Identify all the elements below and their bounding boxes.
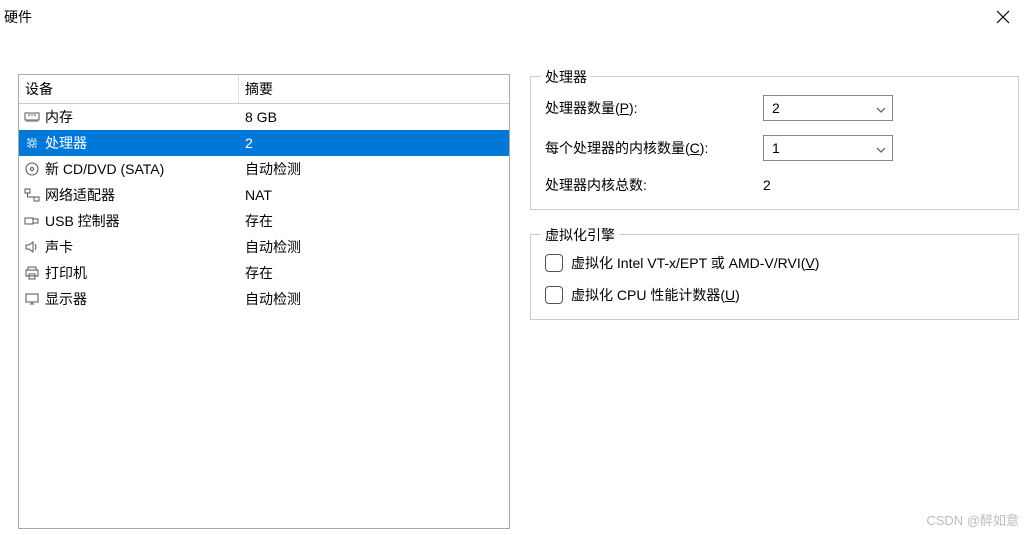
hardware-row-summary: 8 GB xyxy=(239,109,509,125)
window-title: 硬件 xyxy=(4,7,32,27)
hardware-row-summary: 存在 xyxy=(239,263,509,283)
hardware-list-header: 设备 摘要 xyxy=(19,75,509,104)
virtualization-group-title: 虚拟化引擎 xyxy=(541,225,619,245)
virt-cpu-counters-row[interactable]: 虚拟化 CPU 性能计数器(U) xyxy=(545,285,1004,305)
cores-per-processor-value: 1 xyxy=(772,140,780,156)
processor-count-value: 2 xyxy=(772,100,780,116)
hardware-row-summary: NAT xyxy=(239,187,509,203)
hardware-row-summary: 自动检测 xyxy=(239,237,509,257)
display-icon xyxy=(23,291,41,307)
hardware-row-name: 显示器 xyxy=(45,289,87,309)
virt-vt-x-row[interactable]: 虚拟化 Intel VT-x/EPT 或 AMD-V/RVI(V) xyxy=(545,253,1004,273)
hardware-row-cpu[interactable]: 处理器 2 xyxy=(19,130,509,156)
hardware-row-printer[interactable]: 打印机 存在 xyxy=(19,260,509,286)
cores-per-processor-select[interactable]: 1 xyxy=(763,135,893,161)
hardware-list: 设备 摘要 内存8 GB处理器2新 CD/DVD (SATA)自动检测网络适配器… xyxy=(18,74,510,529)
processor-count-label: 处理器数量(P): xyxy=(545,98,763,118)
checkbox-icon xyxy=(545,254,563,272)
sound-icon xyxy=(23,239,41,255)
disc-icon xyxy=(23,161,41,177)
hardware-row-network[interactable]: 网络适配器 NAT xyxy=(19,182,509,208)
hardware-row-summary: 2 xyxy=(239,135,509,151)
processor-count-select[interactable]: 2 xyxy=(763,95,893,121)
hardware-row-summary: 自动检测 xyxy=(239,159,509,179)
total-cores-label: 处理器内核总数: xyxy=(545,175,763,195)
chevron-down-icon xyxy=(876,100,886,116)
hardware-row-name: 网络适配器 xyxy=(45,185,115,205)
printer-icon xyxy=(23,265,41,281)
hardware-row-memory[interactable]: 内存 8 GB xyxy=(19,104,509,130)
hardware-row-usb[interactable]: USB 控制器 存在 xyxy=(19,208,509,234)
close-icon xyxy=(996,10,1010,24)
total-cores-value: 2 xyxy=(763,177,771,193)
hardware-row-name: 内存 xyxy=(45,107,73,127)
hardware-row-name: 新 CD/DVD (SATA) xyxy=(45,159,164,179)
hardware-row-name: 打印机 xyxy=(45,263,87,283)
settings-panel: 处理器 处理器数量(P): 2 每个处理器的内核数量(C): 1 xyxy=(530,74,1019,529)
titlebar: 硬件 xyxy=(0,0,1029,34)
cpu-icon xyxy=(23,135,41,151)
hardware-row-display[interactable]: 显示器 自动检测 xyxy=(19,286,509,312)
cores-per-processor-label: 每个处理器的内核数量(C): xyxy=(545,138,763,158)
processor-group-title: 处理器 xyxy=(541,67,591,87)
hardware-row-name: 声卡 xyxy=(45,237,73,257)
hardware-row-disc[interactable]: 新 CD/DVD (SATA) 自动检测 xyxy=(19,156,509,182)
header-summary[interactable]: 摘要 xyxy=(239,75,509,103)
hardware-row-sound[interactable]: 声卡 自动检测 xyxy=(19,234,509,260)
checkbox-icon xyxy=(545,286,563,304)
usb-icon xyxy=(23,213,41,229)
header-device[interactable]: 设备 xyxy=(19,75,239,103)
virt-vt-x-label: 虚拟化 Intel VT-x/EPT 或 AMD-V/RVI(V) xyxy=(571,253,819,273)
processor-group: 处理器 处理器数量(P): 2 每个处理器的内核数量(C): 1 xyxy=(530,76,1019,210)
hardware-row-name: 处理器 xyxy=(45,133,87,153)
virt-cpu-counters-label: 虚拟化 CPU 性能计数器(U) xyxy=(571,285,740,305)
virtualization-group: 虚拟化引擎 虚拟化 Intel VT-x/EPT 或 AMD-V/RVI(V) … xyxy=(530,234,1019,320)
memory-icon xyxy=(23,109,41,125)
hardware-row-name: USB 控制器 xyxy=(45,211,120,231)
close-button[interactable] xyxy=(987,5,1019,29)
hardware-row-summary: 自动检测 xyxy=(239,289,509,309)
network-icon xyxy=(23,187,41,203)
hardware-row-summary: 存在 xyxy=(239,211,509,231)
watermark: CSDN @醉如意 xyxy=(926,510,1019,529)
chevron-down-icon xyxy=(876,140,886,156)
